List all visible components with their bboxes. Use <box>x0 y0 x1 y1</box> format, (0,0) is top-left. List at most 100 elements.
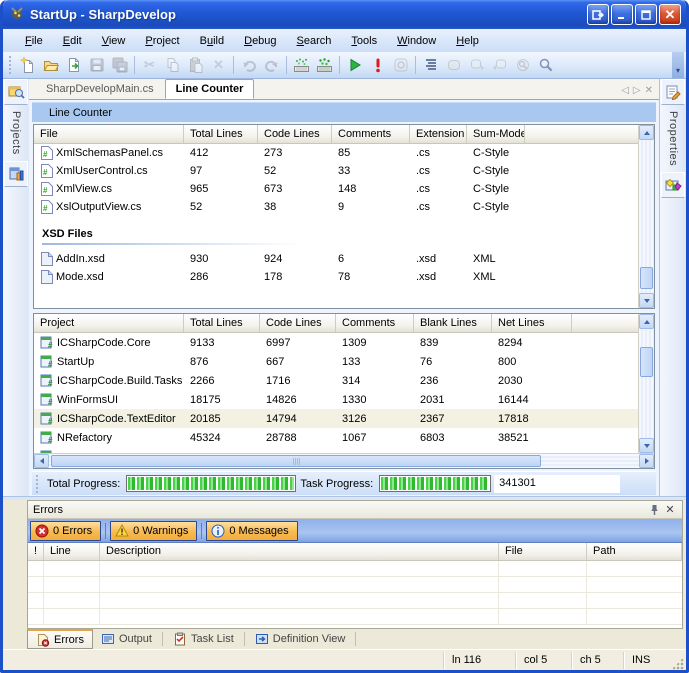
tab-line-counter[interactable]: Line Counter <box>165 79 255 99</box>
scroll-thumb[interactable] <box>51 455 541 467</box>
find-usages-button[interactable] <box>511 54 534 76</box>
pin-icon[interactable] <box>646 503 662 517</box>
project-row[interactable]: #ICSharpCode.Core 9133 6997 1309 839 829… <box>34 333 654 352</box>
build-button[interactable] <box>290 54 313 76</box>
column-header-project[interactable]: Project <box>34 314 184 332</box>
properties-pad-label[interactable]: Properties <box>667 105 679 172</box>
column-header-blank-lines[interactable]: Blank Lines <box>414 314 492 332</box>
filter-messages-button[interactable]: 0 Messages <box>206 521 297 541</box>
delete-button[interactable]: ✕ <box>207 54 230 76</box>
column-header-code-lines[interactable]: Code Lines <box>258 125 332 143</box>
file-row[interactable]: #XmlSchemasPanel.cs 412 273 85 .cs C-Sty… <box>34 144 654 162</box>
tab-definition-view[interactable]: Definition View <box>247 629 354 649</box>
paste-button[interactable] <box>184 54 207 76</box>
column-header-path[interactable]: Path <box>587 543 682 560</box>
file-row[interactable]: Mode.xsd 286 178 78 .xsd XML <box>34 268 654 286</box>
menu-edit[interactable]: Edit <box>53 29 92 52</box>
column-header-comments[interactable]: Comments <box>336 314 414 332</box>
scroll-down-button[interactable] <box>639 293 654 308</box>
scroll-thumb[interactable] <box>640 347 653 377</box>
menu-project[interactable]: Project <box>135 29 189 52</box>
maximize-button[interactable] <box>635 4 657 25</box>
scroll-left-button[interactable] <box>34 454 49 468</box>
menu-view[interactable]: View <box>92 29 136 52</box>
toolbox-pad-button[interactable] <box>661 172 685 198</box>
undo-button[interactable] <box>237 54 260 76</box>
column-header-extension[interactable]: Extension <box>410 125 467 143</box>
column-header-code-lines[interactable]: Code Lines <box>260 314 336 332</box>
progress-toolbar-grip[interactable] <box>35 475 40 493</box>
column-header-file[interactable]: File <box>34 125 184 143</box>
redo-button[interactable] <box>260 54 283 76</box>
projects-table-hscrollbar[interactable] <box>34 453 654 468</box>
tab-scroll-right-icon[interactable]: ▷ <box>633 85 641 96</box>
format-code-button[interactable] <box>419 54 442 76</box>
run-button[interactable] <box>343 54 366 76</box>
menu-help[interactable]: Help <box>446 29 489 52</box>
file-row[interactable]: #XslOutputView.cs 52 38 9 .cs C-Style <box>34 198 654 216</box>
projects-table-scrollbar[interactable] <box>638 314 654 453</box>
tab-scroll-left-icon[interactable]: ◁ <box>621 85 629 96</box>
open-project-button[interactable] <box>62 54 85 76</box>
column-header-total-lines[interactable]: Total Lines <box>184 125 258 143</box>
file-row[interactable]: AddIn.xsd 930 924 6 .xsd XML <box>34 250 654 268</box>
comment-region-button[interactable] <box>465 54 488 76</box>
save-button[interactable] <box>85 54 108 76</box>
menu-debug[interactable]: Debug <box>234 29 286 52</box>
scroll-down-button[interactable] <box>639 438 654 453</box>
menu-tools[interactable]: Tools <box>341 29 387 52</box>
tab-task-list[interactable]: Task List <box>165 629 242 649</box>
column-header-line[interactable]: Line <box>44 543 100 560</box>
project-row[interactable]: #ICSharpCode.Build.Tasks 2266 1716 314 2… <box>34 371 654 390</box>
filter-errors-button[interactable]: 0 Errors <box>30 521 101 541</box>
save-all-button[interactable] <box>108 54 131 76</box>
filter-warnings-button[interactable]: 0 Warnings <box>110 521 197 541</box>
files-table-scrollbar[interactable] <box>638 125 654 308</box>
column-header-description[interactable]: Description <box>100 543 499 560</box>
menu-window[interactable]: Window <box>387 29 446 52</box>
column-header-file[interactable]: File <box>499 543 587 560</box>
menu-build[interactable]: Build <box>190 29 234 52</box>
cut-button[interactable]: ✂ <box>138 54 161 76</box>
column-header-net-lines[interactable]: Net Lines <box>492 314 572 332</box>
column-header-sum-mode[interactable]: Sum-Mode <box>467 125 525 143</box>
region-button[interactable] <box>442 54 465 76</box>
properties-pad-button[interactable] <box>661 79 685 105</box>
open-file-button[interactable] <box>39 54 62 76</box>
copy-button[interactable] <box>161 54 184 76</box>
projects-pad-label[interactable]: Projects <box>10 105 22 161</box>
scroll-thumb[interactable] <box>640 267 653 289</box>
tab-output[interactable]: Output <box>93 629 160 649</box>
column-header-comments[interactable]: Comments <box>332 125 410 143</box>
uncomment-region-button[interactable] <box>488 54 511 76</box>
tab-errors[interactable]: Errors <box>27 629 93 649</box>
toolbar-grip[interactable] <box>8 56 13 74</box>
projects-pad-button[interactable] <box>4 79 28 105</box>
profiler-button[interactable] <box>389 54 412 76</box>
project-row[interactable]: #ICSharpCode.TextEditor 20185 14794 3126… <box>34 409 654 428</box>
scroll-right-button[interactable] <box>639 454 654 468</box>
file-row[interactable]: #XmlUserControl.cs 97 52 33 .cs C-Style <box>34 162 654 180</box>
float-window-button[interactable] <box>587 4 609 25</box>
close-panel-icon[interactable]: ✕ <box>662 503 678 517</box>
minimize-button[interactable] <box>611 4 633 25</box>
project-row[interactable]: #NRefactory 45324 28788 1067 6803 38521 <box>34 428 654 447</box>
tab-close-icon[interactable]: ✕ <box>645 85 653 96</box>
tab-sharpdevelopmain[interactable]: SharpDevelopMain.cs <box>35 79 165 99</box>
classes-pad-button[interactable] <box>4 161 28 187</box>
column-header-severity[interactable]: ! <box>28 543 44 560</box>
toolbar-overflow-button[interactable]: ▾ <box>672 52 684 78</box>
scroll-up-button[interactable] <box>639 125 654 140</box>
project-row[interactable]: #StartUp 876 667 133 76 800 <box>34 352 654 371</box>
project-row[interactable]: #WinFormsUI 18175 14826 1330 2031 16144 <box>34 390 654 409</box>
column-header-total-lines[interactable]: Total Lines <box>184 314 260 332</box>
file-row[interactable]: #XmlView.cs 965 673 148 .cs C-Style <box>34 180 654 198</box>
close-button[interactable]: ✕ <box>659 4 681 25</box>
build-all-button[interactable] <box>313 54 336 76</box>
scroll-up-button[interactable] <box>639 314 654 329</box>
new-file-button[interactable] <box>16 54 39 76</box>
menu-search[interactable]: Search <box>287 29 342 52</box>
search-button[interactable] <box>534 54 557 76</box>
menu-file[interactable]: File <box>15 29 53 52</box>
abort-button[interactable] <box>366 54 389 76</box>
